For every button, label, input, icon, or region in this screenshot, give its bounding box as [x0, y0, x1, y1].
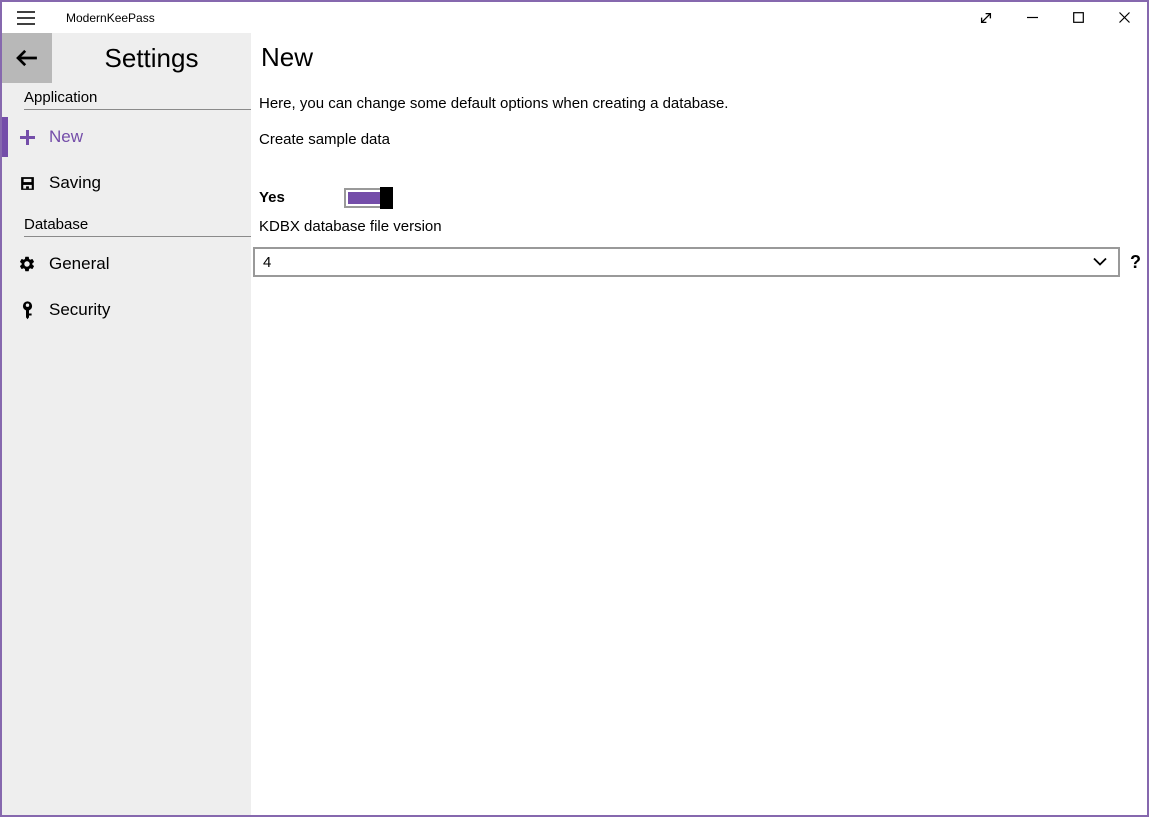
key-icon	[18, 301, 36, 319]
app-body: Settings Application New Saving	[2, 33, 1147, 815]
sidebar-header: Settings	[2, 33, 251, 83]
kdbx-version-combobox[interactable]: 4	[253, 247, 1120, 277]
expand-icon	[979, 11, 993, 25]
create-sample-data-toggle[interactable]	[344, 187, 393, 209]
fullscreen-button[interactable]	[963, 2, 1009, 33]
selection-indicator	[2, 117, 8, 157]
sidebar-item-label: Security	[49, 300, 110, 320]
titlebar: ModernKeePass	[2, 2, 1147, 33]
section-header-application: Application	[24, 89, 251, 110]
back-arrow-icon	[16, 49, 38, 67]
sidebar-item-saving[interactable]: Saving	[2, 160, 251, 206]
close-button[interactable]	[1101, 2, 1147, 33]
settings-page-new: New Here, you can change some default op…	[251, 33, 1147, 815]
hamburger-icon	[17, 11, 35, 25]
settings-title: Settings	[52, 33, 251, 83]
section-header-database: Database	[24, 216, 251, 237]
create-sample-data-row: Yes	[259, 186, 659, 210]
sidebar-item-label: Saving	[49, 173, 101, 193]
settings-sidebar: Settings Application New Saving	[2, 33, 251, 815]
toggle-state-label: Yes	[259, 189, 285, 206]
app-title: ModernKeePass	[66, 11, 155, 25]
save-icon	[18, 174, 36, 192]
nav-group-application: New Saving	[2, 114, 251, 206]
gear-icon	[18, 255, 36, 273]
minimize-button[interactable]	[1009, 2, 1055, 33]
kdbx-version-selected-value: 4	[263, 254, 271, 271]
maximize-button[interactable]	[1055, 2, 1101, 33]
minimize-icon	[1027, 12, 1038, 23]
caption-buttons	[963, 2, 1147, 33]
sidebar-item-label: New	[49, 127, 83, 147]
sidebar-item-label: General	[49, 254, 109, 274]
maximize-icon	[1073, 12, 1084, 23]
create-sample-data-label: Create sample data	[259, 131, 390, 148]
nav-group-database: General Security	[2, 241, 251, 333]
kdbx-version-label: KDBX database file version	[259, 218, 442, 235]
app-window: ModernKeePass	[0, 0, 1149, 817]
toggle-thumb[interactable]	[380, 187, 393, 209]
back-button[interactable]	[2, 33, 52, 83]
close-icon	[1119, 12, 1130, 23]
sidebar-item-new[interactable]: New	[2, 114, 251, 160]
sidebar-item-security[interactable]: Security	[2, 287, 251, 333]
hamburger-button[interactable]	[2, 2, 50, 33]
kdbx-version-row: 4 ?	[253, 247, 1147, 277]
page-description: Here, you can change some default option…	[259, 95, 728, 112]
plus-icon	[18, 128, 36, 146]
sidebar-item-general[interactable]: General	[2, 241, 251, 287]
toggle-fill	[348, 192, 382, 204]
page-title: New	[261, 42, 313, 73]
chevron-down-icon	[1093, 258, 1107, 267]
kdbx-version-help-button[interactable]: ?	[1130, 252, 1141, 273]
